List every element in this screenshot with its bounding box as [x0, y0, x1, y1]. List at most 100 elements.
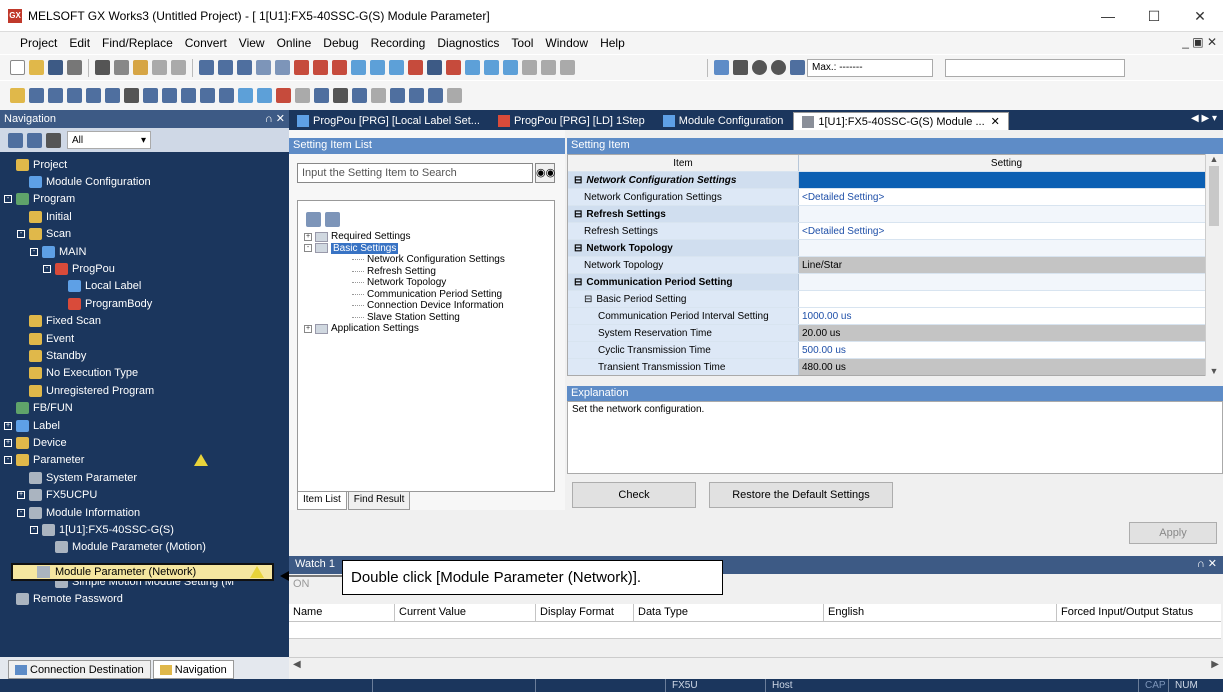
tree-item[interactable]: - Module Information — [0, 504, 289, 521]
menu-window[interactable]: Window — [539, 36, 594, 50]
setting-tree-item[interactable]: + Application Settings — [304, 323, 548, 335]
buffer-icon[interactable] — [484, 60, 499, 75]
sim-stop-icon[interactable] — [446, 60, 461, 75]
collapse-icon[interactable]: ⊟ — [574, 175, 582, 186]
collapse-icon[interactable] — [27, 132, 42, 148]
tree-item[interactable]: Unregistered Program — [0, 382, 289, 399]
collapse-icon[interactable]: - — [17, 230, 25, 239]
tile-icon[interactable] — [409, 88, 424, 103]
param-icon[interactable] — [238, 88, 253, 103]
dev-read-icon[interactable] — [181, 88, 196, 103]
tree-item[interactable]: Remote Password — [0, 591, 289, 608]
ladder-icon[interactable] — [10, 88, 25, 103]
run-icon[interactable] — [294, 60, 309, 75]
tree-item[interactable]: Event — [0, 330, 289, 347]
read-icon[interactable] — [199, 60, 214, 75]
st-icon[interactable] — [29, 88, 44, 103]
collapse-icon[interactable]: - — [4, 195, 12, 204]
find-icon[interactable] — [124, 88, 139, 103]
setting-row[interactable]: Refresh Settings <Detailed Setting> — [568, 223, 1214, 240]
setting-value[interactable] — [799, 172, 1214, 188]
tree-item[interactable]: - Scan — [0, 226, 289, 243]
setting-value[interactable]: <Detailed Setting> — [799, 189, 1214, 205]
collapse-icon[interactable]: ⊟ — [574, 277, 582, 288]
setting-row[interactable]: ⊟ Network Topology — [568, 240, 1214, 257]
setting-row[interactable]: Transient Transmission Time 480.00 us — [568, 359, 1214, 375]
cut-icon[interactable] — [95, 60, 110, 75]
col-name[interactable]: Name — [289, 604, 395, 621]
setting-value[interactable] — [799, 291, 1214, 307]
collapse-icon[interactable]: - — [30, 525, 38, 534]
menu-recording[interactable]: Recording — [365, 36, 432, 50]
col-data-type[interactable]: Data Type — [634, 604, 824, 621]
tab-ladder[interactable]: ProgPou [PRG] [LD] 1Step — [490, 112, 653, 130]
close-tab-icon[interactable]: ✕ — [991, 115, 1000, 128]
table-icon[interactable] — [86, 88, 101, 103]
tree-item[interactable]: + Label — [0, 417, 289, 434]
convert-icon[interactable] — [257, 88, 272, 103]
binoculars-icon[interactable]: ◉◉ — [535, 163, 555, 183]
collapse-icon[interactable]: - — [304, 244, 312, 253]
fbd-icon[interactable] — [48, 88, 63, 103]
setting-value[interactable]: 1000.00 us — [799, 308, 1214, 324]
menu-diagnostics[interactable]: Diagnostics — [431, 36, 505, 50]
online-change-icon[interactable] — [295, 88, 310, 103]
setting-value[interactable] — [799, 274, 1214, 290]
dev-test-icon[interactable] — [200, 88, 215, 103]
grid-icon[interactable] — [105, 88, 120, 103]
convert-all-icon[interactable] — [276, 88, 291, 103]
open-icon[interactable] — [29, 60, 44, 75]
tab-item-list[interactable]: Item List — [297, 492, 347, 510]
setting-tree-item[interactable]: Connection Device Information — [304, 300, 548, 312]
setting-value[interactable] — [799, 206, 1214, 222]
tab-local-label[interactable]: ProgPou [PRG] [Local Label Set... — [289, 112, 488, 130]
compile-icon[interactable] — [314, 88, 329, 103]
setting-value[interactable]: 500.00 us — [799, 342, 1214, 358]
tree-item[interactable]: Standby — [0, 347, 289, 364]
batch-icon[interactable] — [503, 60, 518, 75]
zoom-out-icon[interactable] — [541, 60, 556, 75]
menu-online[interactable]: Online — [271, 36, 318, 50]
setting-row[interactable]: Communication Period Interval Setting 100… — [568, 308, 1214, 325]
search-combo[interactable] — [945, 58, 1125, 77]
online-icon[interactable] — [733, 60, 748, 75]
print-icon[interactable] — [67, 60, 82, 75]
setting-tree-item[interactable]: Communication Period Setting — [304, 289, 548, 301]
log-icon[interactable] — [389, 60, 404, 75]
dev-batch-icon[interactable] — [219, 88, 234, 103]
tree-item[interactable]: Module Configuration — [0, 173, 289, 190]
restore-defaults-button[interactable]: Restore the Default Settings — [709, 482, 893, 508]
window-icon[interactable] — [390, 88, 405, 103]
write-icon[interactable] — [218, 60, 233, 75]
tree-item[interactable]: No Execution Type — [0, 365, 289, 382]
save-icon[interactable] — [48, 60, 63, 75]
settings-icon[interactable] — [46, 132, 61, 148]
trace-icon[interactable] — [370, 60, 385, 75]
tree-item[interactable]: Fixed Scan — [0, 313, 289, 330]
tree-item[interactable]: - MAIN — [0, 243, 289, 260]
maximize-button[interactable]: ☐ — [1131, 0, 1177, 32]
check-all-icon[interactable] — [771, 60, 786, 75]
sfc-icon[interactable] — [67, 88, 82, 103]
setting-vertical-scrollbar[interactable]: ▲ ▼ — [1205, 154, 1222, 376]
setting-row[interactable]: Network Configuration Settings <Detailed … — [568, 189, 1214, 206]
comment-icon[interactable] — [333, 88, 348, 103]
setting-value[interactable]: Line/Star — [799, 257, 1214, 273]
tab-find-result[interactable]: Find Result — [347, 492, 411, 510]
collapse-icon[interactable]: - — [30, 247, 38, 256]
max-icon[interactable] — [790, 60, 805, 75]
list-icon[interactable] — [143, 88, 158, 103]
setting-value[interactable]: <Detailed Setting> — [799, 223, 1214, 239]
close-button[interactable]: ✕ — [1177, 0, 1223, 32]
collapse-icon[interactable]: ⊟ — [574, 209, 582, 220]
tree-item[interactable]: Project — [0, 156, 289, 173]
scroll-thumb[interactable] — [1209, 166, 1219, 226]
dev-write-icon[interactable] — [162, 88, 177, 103]
reset-icon[interactable] — [332, 60, 347, 75]
check-button[interactable]: Check — [572, 482, 696, 508]
max-select[interactable]: Max.: ------- — [807, 58, 933, 77]
menu-view[interactable]: View — [233, 36, 271, 50]
tree-item[interactable]: + FX5UCPU — [0, 486, 289, 503]
watch-empty-row[interactable] — [289, 622, 1221, 639]
zoom-in-icon[interactable] — [522, 60, 537, 75]
